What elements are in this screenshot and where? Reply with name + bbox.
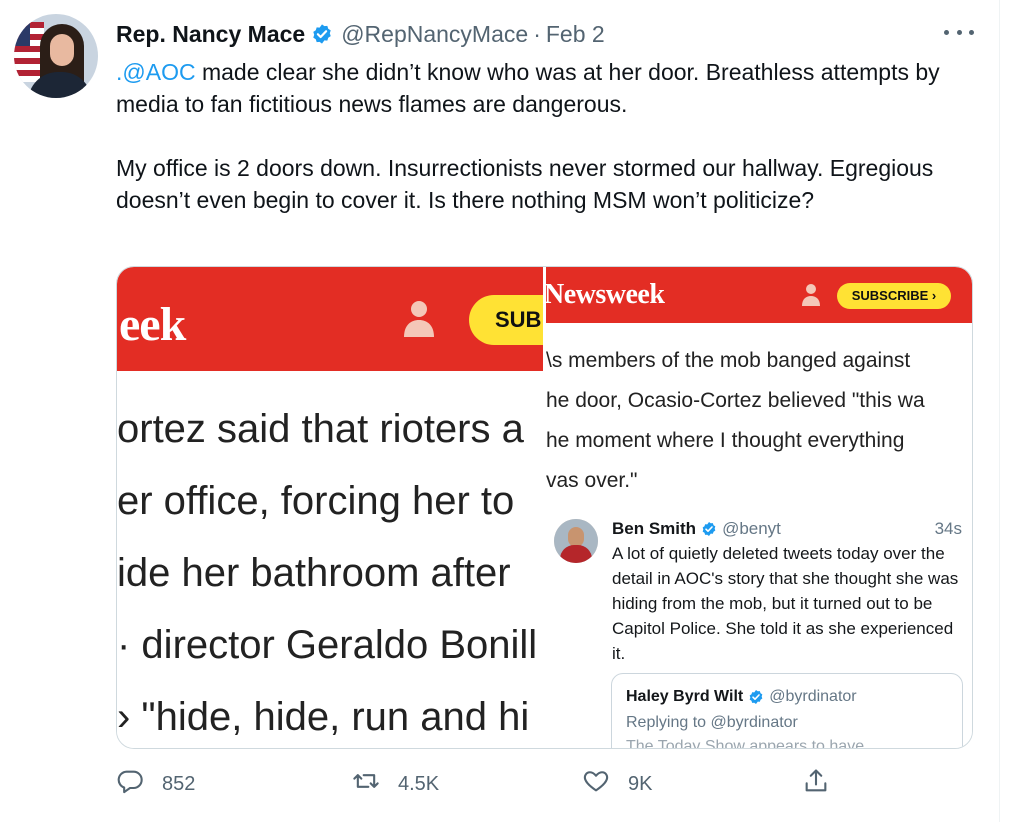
tweet-paragraph-1: .@AOC made clear she didn’t know who was…	[116, 56, 976, 120]
like-count: 9K	[628, 772, 653, 795]
like-button[interactable]: 9K	[582, 766, 652, 802]
article-line: \s members of the mob banged against	[546, 349, 911, 372]
article-line: he door, Ocasio-Cortez believed "this wa	[546, 389, 925, 412]
author-handle[interactable]: @RepNancyMace	[341, 21, 528, 48]
quote-truncated-text: The Today Show appears to have	[626, 738, 865, 749]
reply-icon	[116, 767, 144, 801]
quote-author-name: Haley Byrd Wilt	[626, 688, 744, 705]
article-line: ortez said that rioters a	[117, 407, 524, 451]
paragraph-1-text: made clear she didn’t know who was at he…	[116, 59, 940, 117]
embedded-tweet-avatar	[554, 519, 598, 563]
retweet-icon	[352, 767, 380, 801]
newsweek-logo: eek	[119, 298, 186, 351]
embedded-author-handle: @benyt	[722, 519, 781, 538]
tweet-actions: 852 4.5K 9K	[116, 766, 836, 802]
article-line: › "hide, hide, run and hi	[117, 695, 530, 739]
tweet-text: .@AOC made clear she didn’t know who was…	[116, 56, 976, 216]
heart-icon	[582, 767, 610, 801]
embedded-quote-tweet: Haley Byrd Wilt @byrdinator Replying to …	[611, 673, 963, 749]
media-image-right[interactable]: Newsweek SUBSCRIBE › \s members of the m…	[546, 267, 972, 749]
mention-link[interactable]: .@AOC	[116, 59, 196, 85]
article-line: ide her bathroom after	[117, 551, 511, 595]
tweet-header: Rep. Nancy Mace @RepNancyMace · Feb 2	[116, 20, 605, 48]
share-icon	[802, 767, 830, 801]
author-avatar[interactable]	[14, 14, 98, 98]
tweet-media[interactable]: eek SUB ortez said that rioters a er off…	[116, 266, 973, 749]
quote-header: Haley Byrd Wilt @byrdinator	[626, 688, 857, 706]
share-button[interactable]	[802, 766, 830, 802]
quote-replying-to: Replying to @byrdinator	[626, 714, 798, 731]
user-icon	[403, 299, 435, 339]
embedded-tweet-text: A lot of quietly deleted tweets today ov…	[612, 544, 959, 663]
reply-button[interactable]: 852	[116, 766, 195, 802]
retweet-button[interactable]: 4.5K	[352, 766, 439, 802]
newsweek-header-bar: eek SUB	[117, 267, 543, 371]
newsweek-logo: Newsweek	[546, 279, 665, 310]
separator-dot: ·	[533, 20, 541, 47]
subscribe-button: SUB	[469, 295, 543, 345]
verified-badge-icon	[748, 689, 764, 705]
more-options-icon[interactable]	[944, 20, 974, 44]
user-icon	[802, 283, 820, 307]
article-line: · director Geraldo Bonill	[117, 623, 538, 667]
article-line: he moment where I thought everything	[546, 429, 905, 452]
embedded-tweet-header: Ben Smith @benyt 34s	[612, 517, 968, 541]
retweet-count: 4.5K	[398, 772, 440, 795]
tweet-date[interactable]: Feb 2	[546, 21, 605, 48]
tweet: Rep. Nancy Mace @RepNancyMace · Feb 2 .@…	[0, 0, 1000, 822]
tweet-paragraph-2: My office is 2 doors down. Insurrectioni…	[116, 155, 934, 213]
quote-author-handle: @byrdinator	[769, 688, 857, 705]
embedded-tweet-time: 34s	[934, 519, 962, 538]
verified-badge-icon	[311, 23, 333, 45]
newsweek-header-bar: Newsweek SUBSCRIBE ›	[546, 267, 972, 323]
article-line: er office, forcing her to	[117, 479, 515, 523]
article-line: vas over."	[546, 469, 638, 492]
reply-count: 852	[162, 772, 196, 795]
embedded-author-name: Ben Smith	[612, 519, 697, 538]
verified-badge-icon	[701, 521, 717, 537]
author-display-name[interactable]: Rep. Nancy Mace	[116, 21, 305, 48]
media-image-left[interactable]: eek SUB ortez said that rioters a er off…	[117, 267, 543, 748]
subscribe-button: SUBSCRIBE ›	[837, 283, 951, 309]
